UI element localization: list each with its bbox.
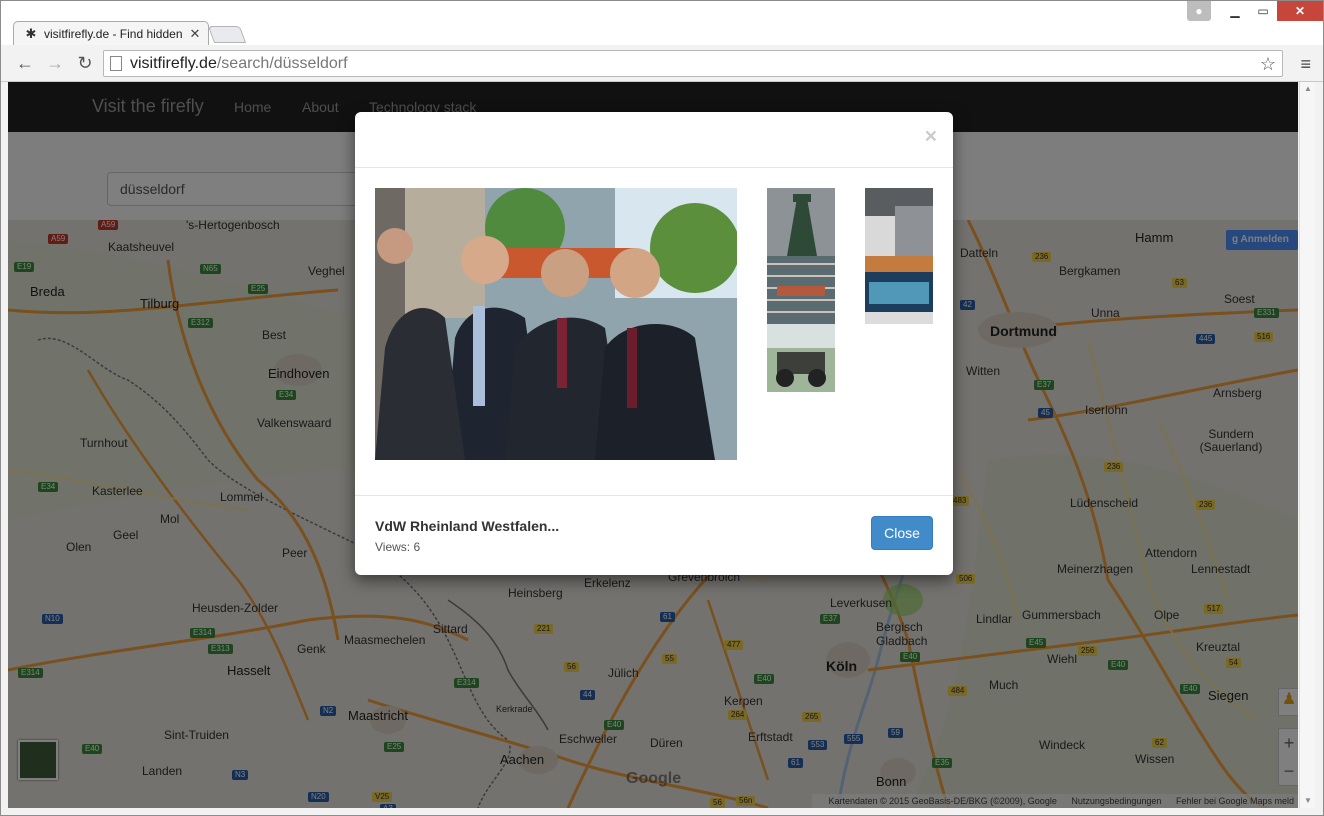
user-profile-icon[interactable]: ● — [1187, 1, 1211, 21]
url-text: visitfirefly.de/search/düsseldorf — [130, 54, 348, 72]
thumbnail-image[interactable] — [865, 256, 933, 324]
tab-close-icon[interactable]: ✕ — [188, 26, 202, 42]
back-arrow-icon[interactable]: ← — [13, 52, 37, 74]
page-icon — [110, 56, 122, 71]
menu-icon[interactable]: ≡ — [1300, 54, 1311, 75]
modal-header: × — [355, 112, 953, 168]
window-controls: ● ▁ ▭ ✕ — [1187, 1, 1323, 21]
thumbnail-image[interactable] — [865, 188, 933, 256]
maximize-icon[interactable]: ▭ — [1249, 1, 1277, 21]
tab-strip: ✱ visitfirefly.de - Find hidden ✕ ● ▁ ▭ … — [1, 1, 1323, 46]
thumbnail-image[interactable] — [767, 256, 835, 324]
browser-toolbar: ← → ↻ visitfirefly.de/search/düsseldorf … — [1, 45, 1323, 82]
modal-footer: VdW Rheinland Westfalen... Views: 6 Clos… — [355, 495, 953, 575]
photo-views: Views: 6 — [375, 540, 421, 554]
photo-title: VdW Rheinland Westfalen... — [375, 518, 560, 534]
minimize-icon[interactable]: ▁ — [1221, 1, 1249, 21]
page-scrollbar[interactable]: ▲ ▼ — [1299, 82, 1315, 808]
close-icon[interactable]: × — [925, 125, 937, 149]
firefly-favicon-icon: ✱ — [25, 26, 37, 41]
browser-tab[interactable]: ✱ visitfirefly.de - Find hidden ✕ — [13, 21, 209, 46]
address-bar[interactable]: visitfirefly.de/search/düsseldorf ☆ — [103, 50, 1283, 77]
thumbnail-image[interactable] — [767, 324, 835, 392]
forward-arrow-icon[interactable]: → — [43, 52, 67, 74]
star-icon[interactable]: ☆ — [1260, 54, 1276, 75]
scroll-up-icon[interactable]: ▲ — [1300, 82, 1316, 96]
tab-title: visitfirefly.de - Find hidden — [44, 27, 183, 41]
thumbnail-image[interactable] — [767, 188, 835, 256]
main-photo — [375, 188, 737, 460]
reload-icon[interactable]: ↻ — [73, 52, 97, 74]
photo-modal: × VdW Rheinland Westfalen... Views: 6 Cl… — [355, 112, 953, 575]
scroll-down-icon[interactable]: ▼ — [1300, 794, 1316, 808]
close-button[interactable]: Close — [871, 516, 933, 550]
new-tab-button[interactable] — [207, 26, 247, 43]
window-close-icon[interactable]: ✕ — [1277, 1, 1323, 21]
